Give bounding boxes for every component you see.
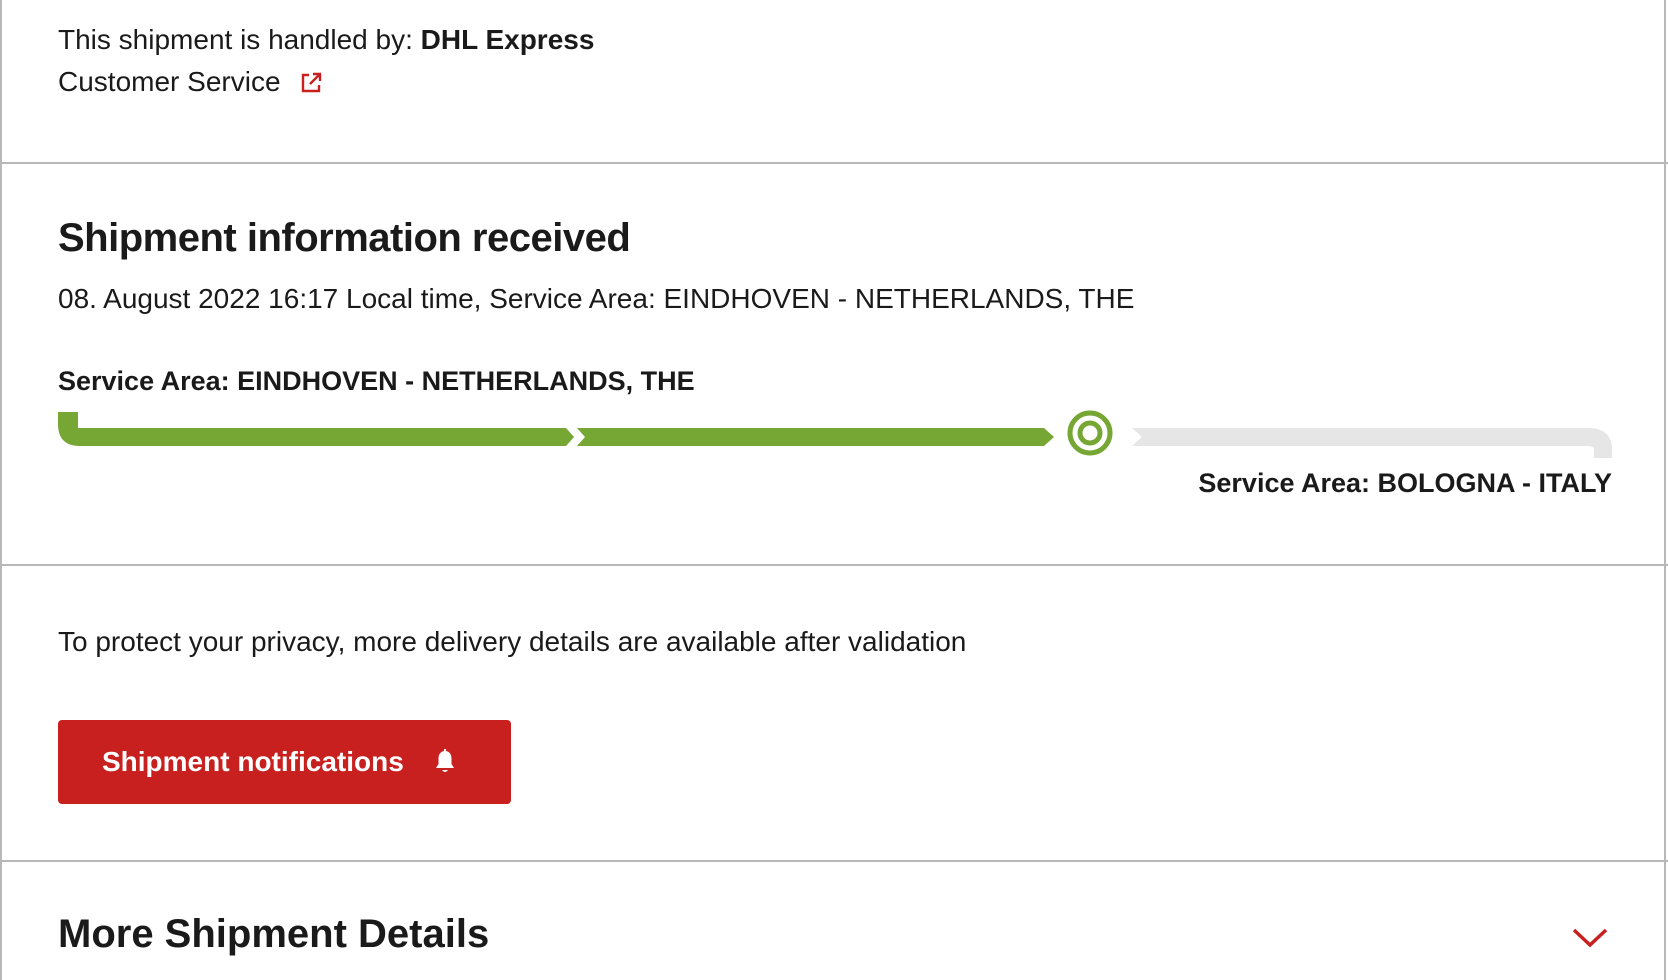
- event-datetime: 08. August 2022 16:17 Local time, Servic…: [58, 283, 1135, 314]
- notifications-button-label: Shipment notifications: [102, 746, 404, 777]
- progress-segment-1: [58, 412, 574, 446]
- customer-service-label: Customer Service: [58, 66, 281, 97]
- handler-line: This shipment is handled by: DHL Express: [58, 24, 594, 56]
- current-position-icon: [1067, 410, 1113, 456]
- divider: [0, 162, 1668, 164]
- more-shipment-details-toggle[interactable]: More Shipment Details: [58, 912, 489, 957]
- progress-segment-2: [577, 428, 1054, 446]
- handler-prefix: This shipment is handled by:: [58, 24, 421, 55]
- divider: [0, 564, 1668, 566]
- event-title: Shipment information received: [58, 216, 631, 260]
- external-link-icon: [299, 70, 323, 94]
- route-progress-bar: [58, 410, 1612, 458]
- progress-segment-pending: [1132, 428, 1612, 458]
- route-destination: Service Area: BOLOGNA - ITALY: [1198, 468, 1612, 498]
- customer-service-link[interactable]: Customer Service: [58, 66, 323, 98]
- shipment-notifications-button[interactable]: Shipment notifications: [58, 720, 511, 804]
- route-origin: Service Area: EINDHOVEN - NETHERLANDS, T…: [58, 366, 695, 396]
- bell-icon: [434, 749, 456, 775]
- privacy-note: To protect your privacy, more delivery d…: [58, 626, 967, 657]
- chevron-down-icon[interactable]: [1572, 927, 1608, 949]
- divider: [0, 860, 1668, 862]
- carrier-name: DHL Express: [420, 24, 595, 55]
